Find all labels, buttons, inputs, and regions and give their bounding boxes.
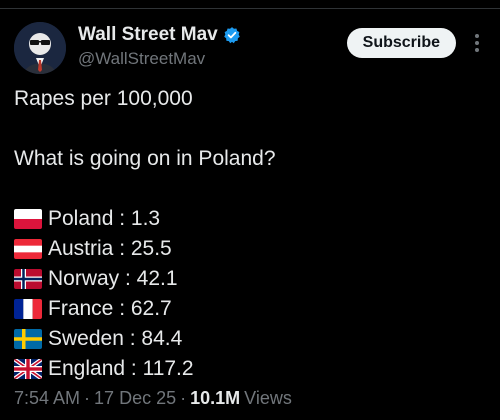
- stat-label: Poland : 1.3: [48, 207, 161, 230]
- post-meta: 7:54 AM · 17 Dec 25 · 10.1M Views: [14, 388, 292, 409]
- views-count[interactable]: 10.1M: [190, 388, 240, 409]
- post-header: Wall Street Mav @WallStreetMav Subscribe: [14, 22, 488, 78]
- post-date[interactable]: 17 Dec 25: [94, 388, 176, 409]
- avatar[interactable]: [14, 22, 66, 74]
- verified-badge-icon: [223, 26, 241, 44]
- top-divider: [0, 8, 500, 9]
- stat-row-england: England : 117.2: [14, 354, 484, 384]
- stat-label: Norway : 42.1: [48, 267, 178, 290]
- subscribe-button[interactable]: Subscribe: [346, 28, 456, 58]
- more-options-icon[interactable]: [468, 30, 486, 56]
- stat-row-france: France : 62.7: [14, 294, 484, 324]
- stat-row-norway: Norway : 42.1: [14, 264, 484, 294]
- meta-separator: ·: [180, 388, 187, 408]
- post-text-line-1: Rapes per 100,000: [14, 87, 193, 110]
- user-info[interactable]: Wall Street Mav @WallStreetMav: [78, 22, 241, 69]
- stat-row-sweden: Sweden : 84.4: [14, 324, 484, 354]
- stat-label: Sweden : 84.4: [48, 327, 183, 350]
- stat-label: Austria : 25.5: [48, 237, 172, 260]
- stat-row-austria: Austria : 25.5: [14, 234, 484, 264]
- handle[interactable]: @WallStreetMav: [78, 49, 241, 69]
- austria-flag-icon: [14, 239, 42, 259]
- meta-separator: ·: [84, 388, 91, 408]
- views-label: Views: [244, 388, 292, 408]
- norway-flag-icon: [14, 269, 42, 289]
- sweden-flag-icon: [14, 329, 42, 349]
- uk-flag-icon: [14, 359, 42, 379]
- stat-label: England : 117.2: [48, 357, 194, 380]
- post-text-line-2: What is going on in Poland?: [14, 147, 276, 170]
- france-flag-icon: [14, 299, 42, 319]
- poland-flag-icon: [14, 209, 42, 229]
- post-text: Rapes per 100,000 What is going on in Po…: [14, 84, 484, 384]
- avatar-icon: [14, 22, 66, 74]
- stat-label: France : 62.7: [48, 297, 172, 320]
- stat-row-poland: Poland : 1.3: [14, 204, 484, 234]
- display-name[interactable]: Wall Street Mav: [78, 24, 218, 46]
- post-time[interactable]: 7:54 AM: [14, 388, 80, 409]
- name-row: Wall Street Mav: [78, 22, 241, 48]
